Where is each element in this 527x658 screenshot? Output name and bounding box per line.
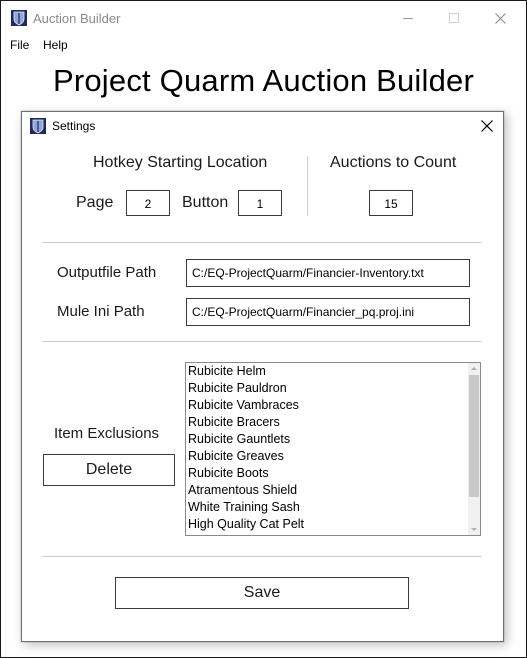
- window-title: Auction Builder: [33, 11, 121, 26]
- divider: [42, 556, 482, 557]
- list-item[interactable]: Rubicite Bracers: [186, 414, 468, 431]
- maximize-button[interactable]: [431, 1, 477, 35]
- list-item[interactable]: Atramentous Shield: [186, 482, 468, 499]
- delete-button[interactable]: Delete: [43, 454, 175, 486]
- list-item[interactable]: Rubicite Gauntlets: [186, 431, 468, 448]
- minimize-icon: [403, 18, 413, 19]
- mule-ini-label: Mule Ini Path: [57, 303, 145, 320]
- dialog-shield-icon: [30, 118, 46, 134]
- list-item[interactable]: Rubicite Vambraces: [186, 397, 468, 414]
- page-title: Project Quarm Auction Builder: [52, 63, 475, 98]
- save-button[interactable]: Save: [115, 577, 409, 609]
- list-item[interactable]: Rubicite Greaves: [186, 448, 468, 465]
- auctions-count-field[interactable]: 15: [369, 190, 413, 216]
- list-item[interactable]: High Quality Cat Pelt: [186, 516, 468, 533]
- button-field[interactable]: 1: [238, 190, 282, 216]
- dialog-close-button[interactable]: [477, 116, 497, 136]
- auctions-heading: Auctions to Count: [330, 154, 457, 171]
- minimize-button[interactable]: [385, 1, 431, 35]
- scroll-thumb[interactable]: [469, 375, 479, 497]
- scroll-down-icon[interactable]: [468, 523, 480, 535]
- output-path-field[interactable]: C:/EQ-ProjectQuarm/Financier-Inventory.t…: [186, 259, 470, 287]
- button-label: Button: [182, 194, 229, 211]
- item-exclusions-label: Item Exclusions: [54, 425, 160, 442]
- divider: [42, 242, 482, 243]
- app-shield-icon: [11, 10, 27, 26]
- page-field[interactable]: 2: [126, 190, 170, 216]
- scroll-up-icon[interactable]: [468, 363, 480, 375]
- menu-file[interactable]: File: [10, 38, 29, 52]
- divider: [42, 341, 482, 342]
- list-item[interactable]: Rubicite Pauldron: [186, 380, 468, 397]
- title-bar[interactable]: Auction Builder: [1, 1, 526, 35]
- list-item[interactable]: White Training Sash: [186, 499, 468, 516]
- close-window-button[interactable]: [477, 1, 523, 35]
- close-icon: [495, 13, 506, 24]
- list-scrollbar[interactable]: [468, 363, 480, 535]
- menu-bar: File Help: [1, 35, 526, 55]
- list-item[interactable]: Rubicite Helm: [186, 363, 468, 380]
- page-label: Page: [76, 194, 114, 211]
- section-divider: [307, 156, 308, 216]
- exclusions-list[interactable]: Rubicite Helm Rubicite Pauldron Rubicite V…: [185, 362, 481, 536]
- output-path-label: Outputfile Path: [57, 264, 157, 281]
- list-item[interactable]: Rubicite Boots: [186, 465, 468, 482]
- hotkey-heading: Hotkey Starting Location: [93, 154, 268, 171]
- menu-help[interactable]: Help: [43, 38, 68, 52]
- settings-dialog: Settings Hotkey Starting Location Page 2…: [21, 111, 504, 642]
- main-window: Auction Builder File Help Project Quarm …: [0, 0, 527, 658]
- close-icon: [481, 120, 493, 132]
- exclusions-items: Rubicite Helm Rubicite Pauldron Rubicite V…: [186, 363, 468, 533]
- dialog-title: Settings: [52, 119, 96, 133]
- maximize-icon: [449, 13, 459, 23]
- mule-ini-field[interactable]: C:/EQ-ProjectQuarm/Financier_pq.proj.ini: [186, 298, 470, 326]
